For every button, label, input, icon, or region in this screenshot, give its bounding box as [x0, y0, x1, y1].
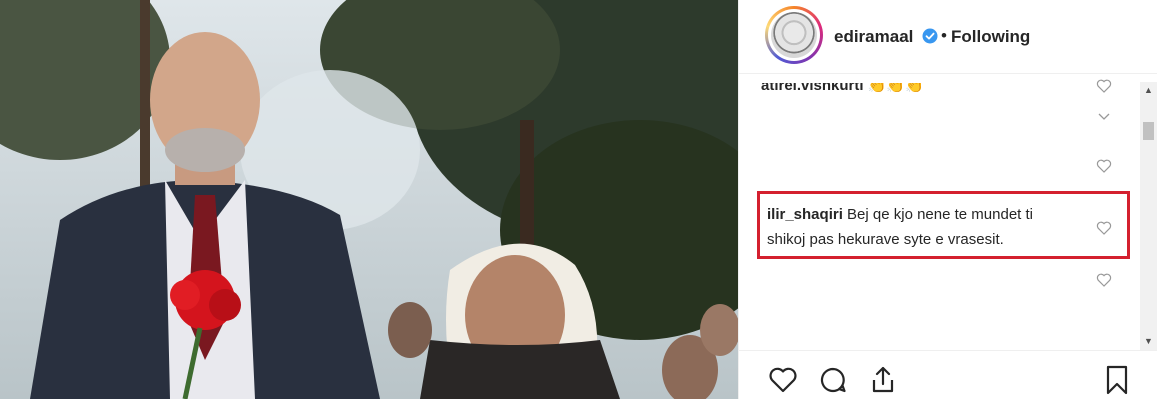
comments-scrollbar[interactable]: ▲ ▼: [1140, 82, 1157, 350]
heart-icon[interactable]: [1096, 78, 1112, 94]
comment-icon[interactable]: [817, 364, 849, 396]
scroll-up-arrow[interactable]: ▲: [1140, 82, 1157, 99]
bookmark-icon[interactable]: [1101, 364, 1133, 396]
post-header: ediramaal • Following: [739, 0, 1157, 74]
heart-icon[interactable]: [767, 364, 799, 396]
scrollbar-thumb[interactable]: [1143, 122, 1154, 140]
verified-badge-icon: [922, 28, 938, 44]
avatar-image: [771, 12, 817, 58]
heart-icon[interactable]: [1096, 158, 1112, 174]
comments-list: atirel.vishkurti 👏👏👏 ilir_shaqiri Bej qe…: [739, 74, 1157, 349]
post-sidebar: ediramaal • Following atirel.vishkurti 👏…: [738, 0, 1157, 399]
share-icon[interactable]: [867, 364, 899, 396]
heart-icon[interactable]: [1096, 272, 1112, 288]
comment-text: 👏👏👏: [867, 77, 924, 94]
story-ring[interactable]: [765, 6, 823, 64]
post-photo-image: [0, 0, 738, 399]
chevron-down-icon[interactable]: [1096, 108, 1112, 124]
highlighted-comment: ilir_shaqiri Bej qe kjo nene te mundet t…: [767, 202, 1067, 252]
comment-username[interactable]: atirel.vishkurti: [761, 83, 864, 94]
instagram-post: ediramaal • Following atirel.vishkurti 👏…: [0, 0, 1157, 399]
post-photo[interactable]: [0, 0, 738, 399]
avatar[interactable]: [768, 9, 820, 61]
scroll-down-arrow[interactable]: ▼: [1140, 333, 1157, 350]
heart-icon[interactable]: [1096, 220, 1112, 236]
action-bar: [739, 350, 1157, 399]
following-button[interactable]: Following: [951, 27, 1030, 47]
author-username[interactable]: ediramaal: [834, 27, 913, 47]
header-separator: •: [941, 26, 947, 45]
comment-item: atirel.vishkurti 👏👏👏: [761, 77, 924, 94]
comment-username[interactable]: ilir_shaqiri: [767, 206, 843, 223]
